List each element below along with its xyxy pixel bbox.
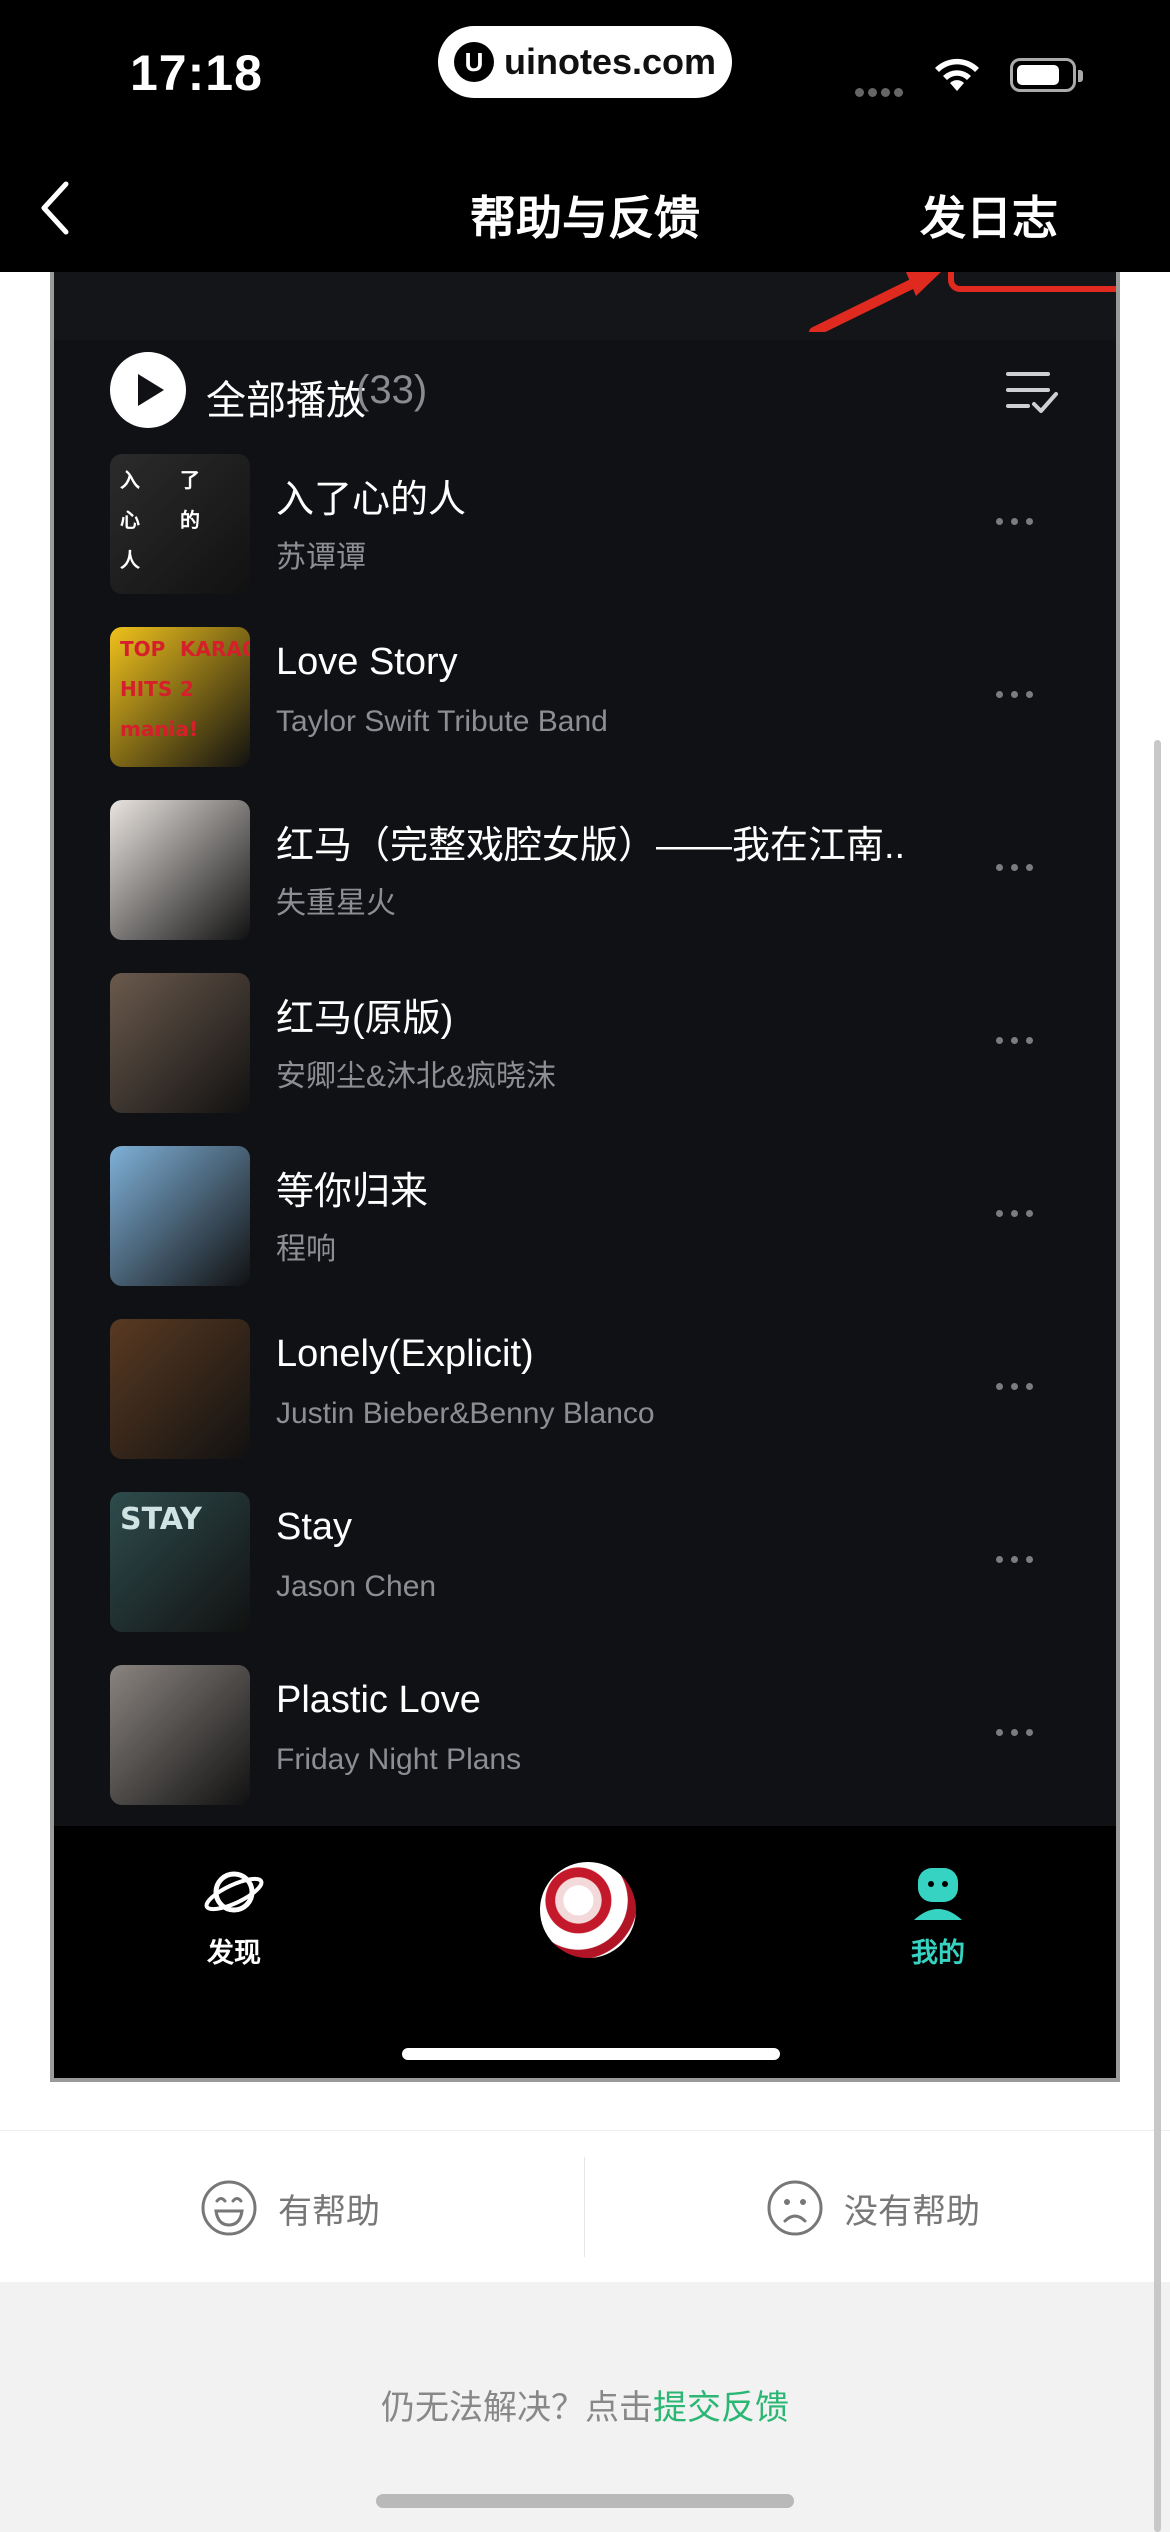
- cover-text: KARAOKE: [180, 637, 250, 661]
- url-text: uinotes.com: [503, 41, 717, 82]
- multi-select-list-icon[interactable]: [1004, 366, 1060, 416]
- song-row[interactable]: 等你归来 程响: [54, 1132, 1116, 1305]
- album-cover: [110, 973, 250, 1113]
- annotation-highlight-box: [948, 272, 1116, 292]
- now-playing-disc[interactable]: [540, 1862, 636, 1958]
- album-cover: 入 了心 的人: [110, 454, 250, 594]
- cover-text: STAY: [120, 1502, 202, 1537]
- more-options-icon[interactable]: [996, 512, 1041, 530]
- song-artist: Friday Night Plans: [276, 1743, 522, 1776]
- play-all-label: 全部播放: [206, 379, 366, 423]
- smile-face-icon: [201, 2180, 257, 2236]
- wifi-icon: [935, 58, 979, 91]
- more-options-icon[interactable]: [996, 858, 1041, 876]
- nav-bar: 帮助与反馈 发日志: [0, 140, 1170, 272]
- send-log-button[interactable]: 发日志: [920, 182, 1058, 248]
- app-tab-bar: 发现 我的: [54, 1826, 1116, 2078]
- song-artist: 苏谭谭: [276, 541, 366, 574]
- album-cover: [110, 1319, 250, 1459]
- tab-mine-label: 我的: [911, 1938, 965, 1968]
- battery-icon: [1010, 58, 1083, 92]
- footer: 仍无法解决？点击提交反馈: [0, 2282, 1170, 2532]
- song-count: (33): [356, 368, 428, 412]
- cover-text: 的: [180, 508, 200, 532]
- status-bar: 17:18 U uinotes.com: [0, 0, 1170, 140]
- song-row[interactable]: TOP KARAOKE HITS 2 mania! Love Story Taylor Sw…: [54, 613, 1116, 786]
- song-artist: Jason Chen: [276, 1570, 437, 1603]
- feedback-divider: [584, 2157, 585, 2257]
- album-cover: [110, 800, 250, 940]
- cover-text: TOP: [120, 637, 166, 661]
- song-row[interactable]: Plastic Love Friday Night Plans: [54, 1651, 1116, 1824]
- song-artist: Justin Bieber&Benny Blanco: [276, 1397, 655, 1430]
- home-indicator: [376, 2494, 794, 2508]
- helpful-label: 有帮助: [278, 2192, 380, 2231]
- song-title: 入了心的人: [276, 479, 467, 521]
- song-artist: Taylor Swift Tribute Band: [276, 705, 608, 738]
- song-title: 等你归来: [276, 1171, 429, 1213]
- song-title: 红马(原版): [276, 998, 454, 1040]
- more-options-icon[interactable]: [996, 1377, 1041, 1395]
- embedded-app-screenshot: 全部播放 (33) 入了心的人入了心的人苏谭谭TOPKARAOKEHITS2ma…: [50, 272, 1120, 2082]
- song-artist: 程响: [276, 1233, 336, 1266]
- song-row[interactable]: 红马（完整戏腔女版）——我在江南.. 失重星火: [54, 786, 1116, 959]
- annotation-arrow-icon: [809, 272, 941, 332]
- cover-text: 心: [120, 508, 140, 532]
- song-row[interactable]: 红马(原版) 安卿尘&沐北&疯晓沫: [54, 959, 1116, 1132]
- sad-face-icon: [767, 2180, 823, 2236]
- embedded-home-indicator: [402, 2048, 780, 2060]
- cover-text: 入: [120, 468, 140, 492]
- not-helpful-button[interactable]: 没有帮助: [766, 2179, 980, 2237]
- cover-text: mania!: [120, 717, 199, 741]
- cellular-signal-icon: [855, 84, 907, 102]
- not-helpful-label: 没有帮助: [844, 2192, 980, 2231]
- feedback-row: 有帮助 没有帮助: [0, 2130, 1170, 2283]
- more-options-icon[interactable]: [996, 1550, 1041, 1568]
- song-title: Plastic Love: [276, 1679, 481, 1721]
- song-title: Lonely(Explicit): [276, 1333, 534, 1375]
- song-row[interactable]: Lonely(Explicit) Justin Bieber&Benny Blan…: [54, 1305, 1116, 1478]
- url-pill[interactable]: U uinotes.com: [438, 26, 732, 98]
- album-cover: STAY: [110, 1492, 250, 1632]
- song-artist: 失重星火: [276, 887, 396, 920]
- song-title: 红马（完整戏腔女版）——我在江南..: [276, 825, 906, 867]
- song-row[interactable]: 入了心的人入了心的人 苏谭谭: [54, 440, 1116, 613]
- cover-text: 人: [120, 548, 140, 572]
- planet-icon: [204, 1871, 264, 1913]
- status-time: 17:18: [130, 45, 263, 101]
- cover-text: 2: [180, 677, 194, 701]
- song-artist: 安卿尘&沐北&疯晓沫: [276, 1060, 557, 1093]
- more-options-icon[interactable]: [996, 1723, 1041, 1741]
- song-row[interactable]: STAY Stay Jason Chen: [54, 1478, 1116, 1651]
- play-icon[interactable]: [110, 352, 186, 428]
- play-all-row[interactable]: 全部播放 (33): [110, 350, 1060, 430]
- more-options-icon[interactable]: [996, 1204, 1041, 1222]
- mine-avatar-icon: [914, 1868, 962, 1920]
- footer-text: 仍无法解决？点击提交反馈: [0, 2380, 1170, 2429]
- scrollbar[interactable]: [1154, 740, 1161, 2532]
- song-title: Stay: [276, 1506, 353, 1548]
- more-options-icon[interactable]: [996, 685, 1041, 703]
- helpful-button[interactable]: 有帮助: [200, 2179, 380, 2237]
- submit-feedback-link[interactable]: 提交反馈: [653, 2389, 789, 2427]
- footer-prefix: 仍无法解决？点击: [381, 2389, 653, 2427]
- song-title: Love Story: [276, 641, 458, 683]
- album-cover: [110, 1146, 250, 1286]
- cover-text: 了: [180, 468, 200, 492]
- album-cover: TOP KARAOKE HITS 2 mania!: [110, 627, 250, 767]
- tab-mine[interactable]: 我的: [878, 1862, 998, 1970]
- more-options-icon[interactable]: [996, 1031, 1041, 1049]
- site-logo-icon: U: [453, 42, 494, 82]
- album-cover: [110, 1665, 250, 1805]
- tab-discover[interactable]: 发现: [174, 1862, 294, 1970]
- tab-discover-label: 发现: [207, 1938, 261, 1968]
- cover-text: HITS: [120, 677, 173, 701]
